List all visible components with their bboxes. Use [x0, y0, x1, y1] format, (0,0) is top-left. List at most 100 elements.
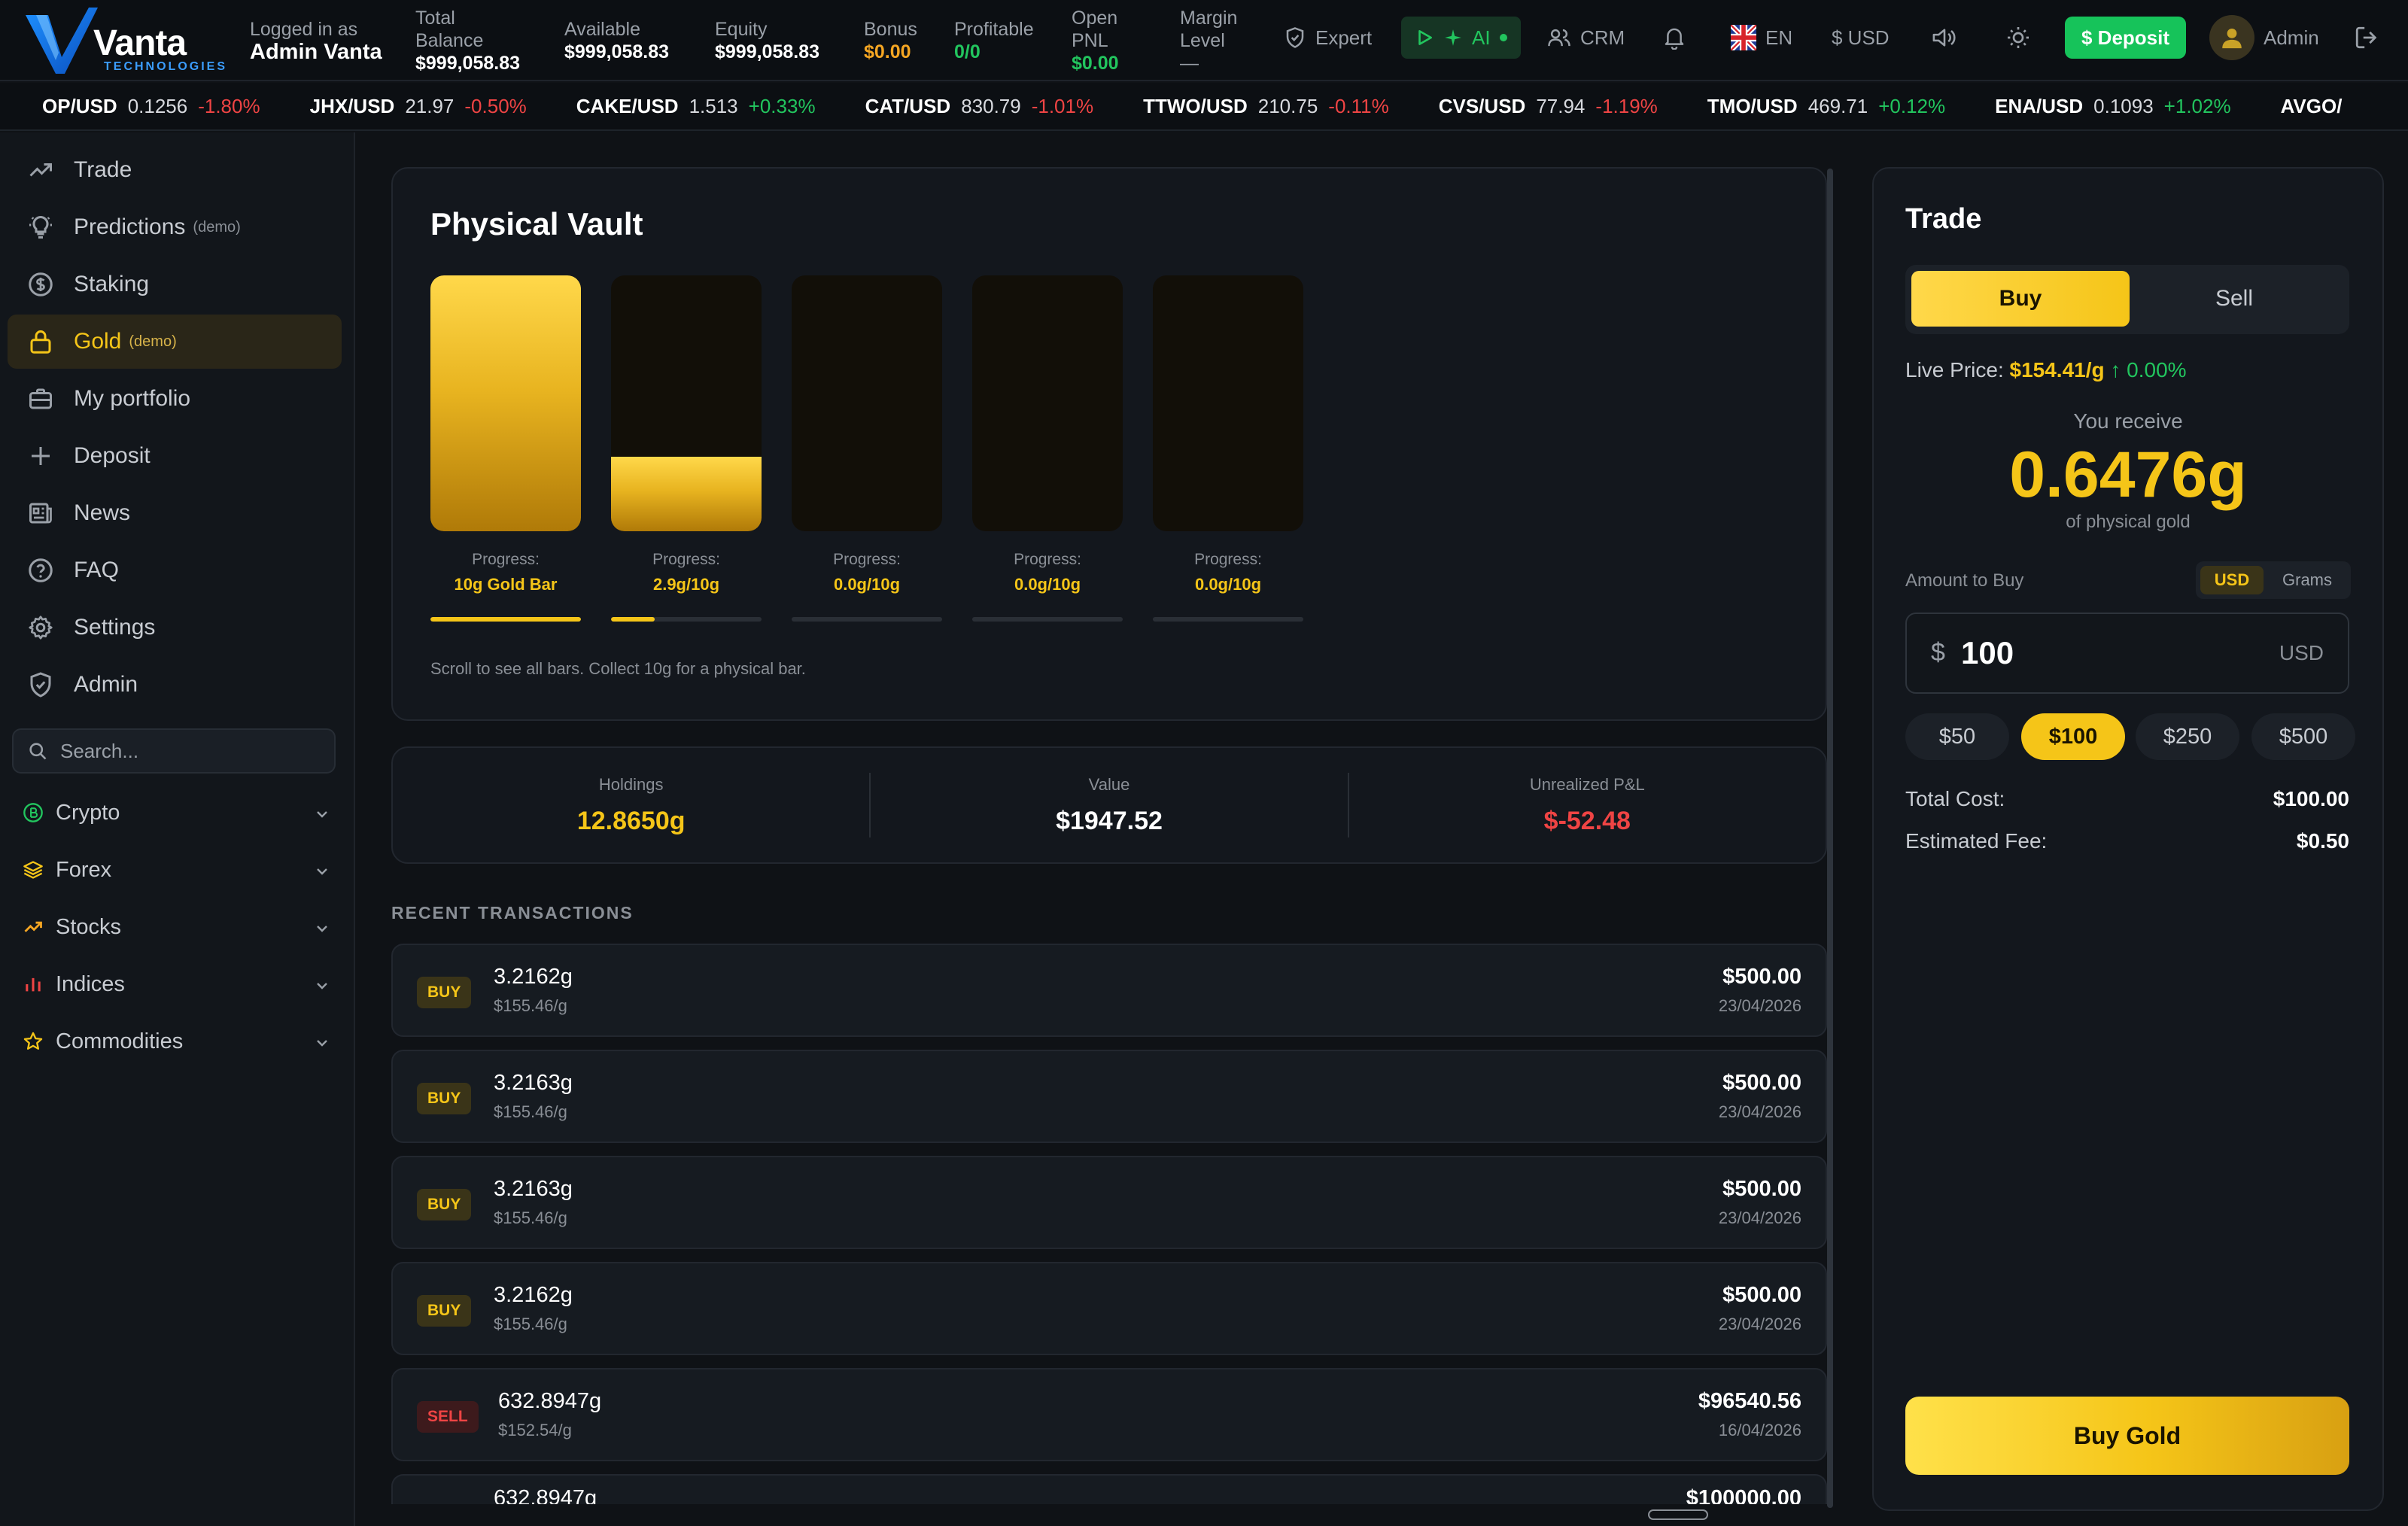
sell-tab[interactable]: Sell [2125, 271, 2343, 327]
ticker-item[interactable]: TTWO/USD 210.75 -0.11% [1143, 95, 1389, 118]
transaction-row[interactable]: BUY 3.2162g $155.46/g $500.00 23/04/2026 [391, 944, 1827, 1037]
help-circle-icon [29, 558, 53, 582]
unit-grams-button[interactable]: Grams [2268, 566, 2346, 594]
theme-toggle-button[interactable] [2006, 17, 2030, 59]
demo-tag: (demo) [193, 218, 241, 236]
shield-check-icon [30, 672, 51, 698]
amount-field[interactable]: $ USD [1905, 613, 2349, 694]
vanta-logo[interactable]: Vanta TECHNOLOGIES [23, 5, 225, 77]
total-balance-value: $999,058.83 [415, 53, 521, 74]
sidebar-item-settings[interactable]: Settings [8, 600, 342, 655]
transaction-row[interactable]: BUY 3.2163g $155.46/g $500.00 23/04/2026 [391, 1156, 1827, 1249]
sidebar-item-admin[interactable]: Admin [8, 658, 342, 712]
sidebar-item-staking[interactable]: Staking [8, 257, 342, 312]
sidebar-item-faq[interactable]: FAQ [8, 543, 342, 597]
sidebar-item-my-portfolio[interactable]: My portfolio [8, 372, 342, 426]
margin-level-label-2: Level [1180, 30, 1225, 51]
language-button[interactable]: EN [1731, 17, 1792, 59]
total-balance-stat: Total Balance $999,058.83 [415, 0, 520, 81]
receive-label: You receive [2073, 409, 2183, 433]
sidebar-item-gold[interactable]: Gold (demo) [8, 315, 342, 369]
gold-bar-card[interactable]: Progress: 2.9g/10g [611, 275, 762, 622]
holdings-summary: Holdings 12.8650g Value $1947.52 Unreali… [391, 746, 1827, 864]
deposit-button[interactable]: $ Deposit [2065, 17, 2187, 59]
receive-value: 0.6476g [2009, 439, 2247, 511]
shield-check-icon [1286, 27, 1304, 48]
available-stat: Available $999,058.83 [564, 0, 669, 81]
holdings-value: 12.8650g [576, 806, 686, 835]
quick-amount-250[interactable]: $250 [2136, 713, 2239, 760]
buy-tab[interactable]: Buy [1911, 271, 2130, 327]
crm-button[interactable]: CRM [1547, 17, 1625, 59]
sidebar-item-predictions[interactable]: Predictions (demo) [8, 200, 342, 254]
physical-vault-panel: Physical Vault Progress: 10g Gold Bar Prog… [391, 167, 1827, 721]
value-label: Value [1088, 774, 1130, 794]
transaction-row[interactable]: BUY 3.2163g $155.46/g $500.00 23/04/2026 [391, 1050, 1827, 1143]
progress-bar [1153, 617, 1303, 622]
category-commodities[interactable]: Commodities [23, 1019, 331, 1064]
category-crypto[interactable]: Crypto [23, 790, 331, 835]
ticker-change: +0.33% [748, 94, 816, 117]
progress-value: 0.0g/10g [833, 575, 901, 594]
sidebar-search[interactable]: Search... [12, 728, 336, 774]
main-scrollbar[interactable] [1827, 169, 1833, 1508]
gold-bar-card[interactable]: Progress: 0.0g/10g [972, 275, 1123, 622]
ticker-item[interactable]: OP/USD 0.1256 -1.80% [42, 95, 260, 118]
gold-bar-card[interactable]: Progress: 0.0g/10g [1153, 275, 1303, 622]
ticker-item[interactable]: CVS/USD 77.94 -1.19% [1439, 95, 1658, 118]
user-menu-button[interactable]: Admin [2209, 15, 2319, 60]
ticker-item[interactable]: TMO/USD 469.71 +0.12% [1707, 95, 1945, 118]
ticker-change: -1.19% [1595, 94, 1658, 117]
logout-button[interactable] [2354, 17, 2379, 59]
unit-usd-button[interactable]: USD [2200, 566, 2264, 594]
progress-bar [430, 617, 581, 622]
buy-gold-button[interactable]: Buy Gold [1905, 1397, 2349, 1475]
gold-bar-card[interactable]: Progress: 0.0g/10g [792, 275, 942, 622]
category-stocks[interactable]: Stocks [23, 904, 331, 950]
horizontal-scroll-handle[interactable] [1648, 1509, 1708, 1520]
category-forex[interactable]: Forex [23, 847, 331, 892]
ai-button[interactable]: AI [1401, 17, 1521, 59]
currency-button[interactable]: $ USD [1832, 17, 1890, 59]
amount-input[interactable] [1961, 635, 2232, 671]
sidebar-item-news[interactable]: News [8, 486, 342, 540]
search-input[interactable]: Search... [60, 740, 138, 763]
speaker-icon [1932, 29, 1956, 47]
ticker-price: 77.94 [1536, 94, 1586, 117]
ticker-item[interactable]: CAKE/USD 1.513 +0.33% [576, 95, 816, 118]
transaction-amount: $500.00 [1722, 1071, 1801, 1095]
ai-status-dot [1499, 34, 1507, 41]
sidebar-item-label: Trade [74, 157, 132, 182]
ticker-change: -1.80% [198, 94, 260, 117]
ticker-item[interactable]: CAT/USD 830.79 -1.01% [865, 95, 1094, 118]
gold-bar [972, 275, 1123, 531]
uk-flag-icon [1731, 25, 1756, 50]
sidebar-item-trade[interactable]: Trade [8, 143, 342, 197]
available-value: $999,058.83 [564, 41, 670, 62]
ticker-item[interactable]: ENA/USD 0.1093 +1.02% [1995, 95, 2230, 118]
scrollbar-thumb[interactable] [1827, 169, 1833, 1508]
transaction-row[interactable]: 632.8947g $100000.00 [391, 1474, 1827, 1504]
quick-amount-50[interactable]: $50 [1905, 713, 2009, 760]
transaction-grams: 3.2163g [494, 1071, 573, 1095]
quick-amount-100[interactable]: $100 [2021, 713, 2125, 760]
ticker-item[interactable]: AVGO/ [2281, 95, 2364, 118]
sun-icon [2008, 27, 2029, 48]
sound-button[interactable] [1931, 17, 1958, 59]
currency-label: $ USD [1832, 26, 1890, 49]
equity-value: $999,058.83 [715, 41, 820, 62]
gold-bar-card[interactable]: Progress: 10g Gold Bar [430, 275, 581, 622]
sidebar-item-deposit[interactable]: Deposit [8, 429, 342, 483]
expert-button[interactable]: Expert [1284, 17, 1372, 59]
users-icon [1548, 29, 1570, 47]
progress-value: 10g Gold Bar [454, 575, 558, 594]
transaction-type-badge: BUY [417, 977, 472, 1008]
transaction-row[interactable]: SELL 632.8947g $152.54/g $96540.56 16/04/202… [391, 1368, 1827, 1461]
transaction-grams: 3.2162g [494, 965, 573, 989]
category-indices[interactable]: Indices [23, 962, 331, 1007]
transaction-row[interactable]: BUY 3.2162g $155.46/g $500.00 23/04/2026 [391, 1262, 1827, 1355]
ticker-symbol: CAKE/USD [576, 94, 679, 117]
notifications-button[interactable] [1663, 17, 1686, 59]
quick-amount-500[interactable]: $500 [2251, 713, 2355, 760]
ticker-item[interactable]: JHX/USD 21.97 -0.50% [310, 95, 527, 118]
